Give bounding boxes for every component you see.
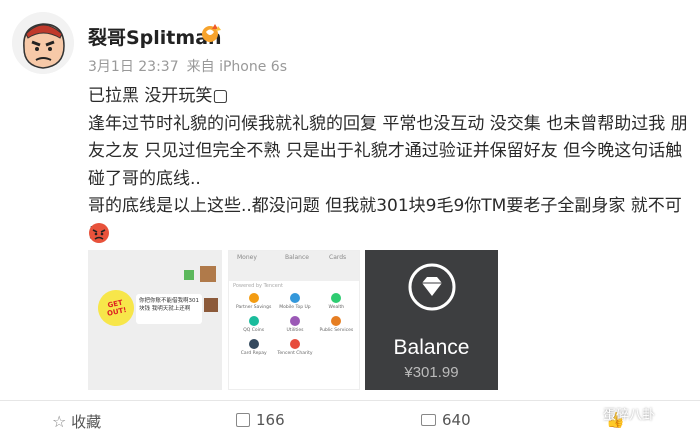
chat-avatar-icon [200,266,216,282]
wallet-services-grid: Partner Savings Mobile Top Up Wealth QQ … [233,293,357,356]
comment-icon [421,414,436,426]
service-icon [248,316,259,326]
star-icon: ☆ [52,412,67,431]
service-icon [248,339,259,349]
post-line: 碰了哥的底线.. [88,168,201,189]
vip-badge-icon [200,22,224,44]
chat-bubble-green [184,270,194,280]
service-icon [289,316,300,326]
service-item: Public Services [316,316,357,333]
chat-avatar-2-icon [204,298,218,312]
service-item: Mobile Top Up [274,293,315,310]
image-thumbnail-wallet[interactable]: Money Balance Cards Powered by Tencent P… [228,250,360,390]
get-out-sticker: GET OUT! [94,286,138,330]
tab-money: Money [237,254,257,261]
service-item: QQ Coins [233,316,274,333]
chat-message: 你把你账不能借我啊301块钱 我明天就上还啊 [136,294,202,324]
post-line: 哥的底线是以上这些..都没问题 但我就301块9毛9你TM要老子全副身家 就不可… [88,196,682,244]
balance-title: Balance [393,336,470,359]
tab-balance: Balance [285,254,309,261]
service-icon [289,339,300,349]
comment-count: 640 [442,411,471,429]
watermark: 蛋碎八卦 [603,408,656,423]
avatar[interactable] [12,12,74,74]
service-label: Public Services [319,328,354,333]
wallet-section-label: Powered by Tencent [233,283,283,289]
service-label: Tencent Charity [277,351,313,356]
service-item: Tencent Charity [274,339,315,356]
service-icon [331,293,342,303]
post-body: 已拉黑 没开玩笑▢ 逢年过节时礼貌的问候我就礼貌的回复 平常也没互动 没交集 也… [88,83,694,248]
favorite-label: 收藏 [71,413,102,431]
service-item: Partner Savings [233,293,274,310]
tab-cards: Cards [329,254,347,261]
service-label: Card Repay [240,351,267,356]
wallet-header: Money Balance Cards [229,251,359,281]
service-icon [331,316,342,326]
service-label: Partner Savings [235,305,272,310]
comment-button[interactable]: 640 [421,411,471,429]
service-item: Card Repay [233,339,274,356]
repost-button[interactable]: 166 [236,411,285,429]
repost-count: 166 [256,411,285,429]
image-thumbnail-chat[interactable]: GET OUT! 你把你账不能借我啊301块钱 我明天就上还啊 [88,250,222,390]
service-item: Utilities [274,316,315,333]
post-line: 友之友 只见过但完全不熟 只是出于礼貌才通过验证并保留好友 但今晚这句话触 [88,141,683,161]
service-item: Wealth [316,293,357,310]
service-label: QQ Coins [243,328,265,333]
image-thumbnail-balance[interactable]: Balance ¥301.99 [365,250,498,390]
action-bar: ☆ 收藏 166 640 👍 [0,400,700,434]
diamond-icon [408,263,456,311]
angry-emoji-icon [88,222,110,244]
post-line: 已拉黑 没开玩笑▢ [88,86,229,106]
repost-icon [236,413,250,427]
post-source: 来自 iPhone 6s [186,59,287,75]
service-label: Mobile Top Up [279,305,311,310]
favorite-button[interactable]: ☆ 收藏 [52,411,101,432]
service-label: Wealth [328,305,345,310]
balance-amount: ¥301.99 [404,364,459,381]
service-icon [289,293,300,303]
service-icon [248,293,259,303]
post-meta: 3月1日 23:37 来自 iPhone 6s [88,56,295,76]
post-line: 逢年过节时礼貌的问候我就礼貌的回复 平常也没互动 没交集 也未曾帮助过我 朋 [88,113,688,134]
service-label: Utilities [286,328,304,333]
post-date[interactable]: 3月1日 23:37 [88,59,179,75]
